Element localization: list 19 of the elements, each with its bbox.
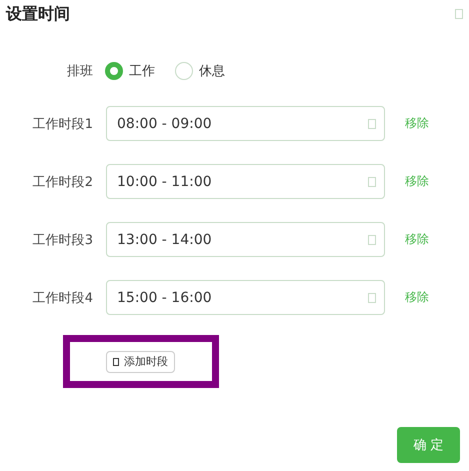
- field-label: 工作时段4: [32, 290, 93, 306]
- field-value: 08:00 - 09:00: [117, 116, 212, 132]
- field-value: 13:00 - 14:00: [117, 232, 212, 248]
- time-range-field[interactable]: 15:00 - 16:00: [106, 280, 385, 315]
- field-label: 工作时段3: [32, 232, 93, 248]
- field-value: 10:00 - 11:00: [117, 174, 212, 190]
- field-label: 排班: [66, 63, 93, 80]
- time-range-field[interactable]: 13:00 - 14:00: [106, 222, 385, 257]
- field-label: 工作时段1: [32, 116, 93, 132]
- field-label: 工作时段2: [32, 174, 93, 190]
- time-range-field[interactable]: 10:00 - 11:00: [106, 164, 385, 199]
- radio-option[interactable]: 工作: [105, 62, 155, 80]
- field-value: 15:00 - 16:00: [117, 290, 212, 306]
- add-period-button[interactable]: 添加时段: [106, 350, 175, 372]
- radio-label: 工作: [129, 63, 155, 80]
- radio-option[interactable]: 休息: [175, 62, 225, 80]
- dialog-title: 设置时间: [6, 4, 70, 24]
- radio-label: 休息: [199, 63, 225, 80]
- time-range-field[interactable]: 08:00 - 09:00: [106, 106, 385, 141]
